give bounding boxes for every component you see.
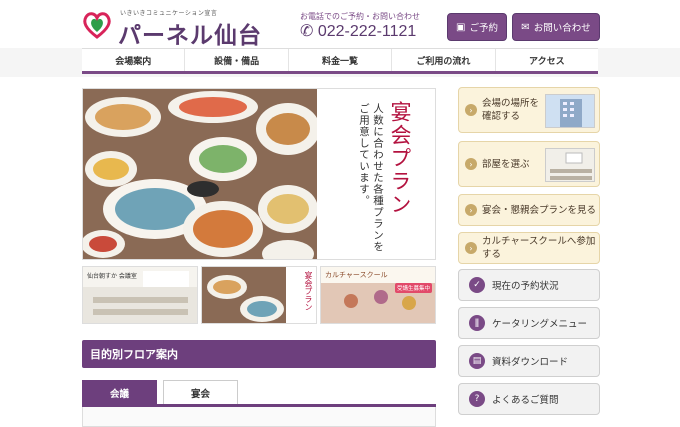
nav-item-pricing[interactable]: 料金一覧 <box>289 49 393 71</box>
thumb-banquet-plan[interactable]: 宴会プラン <box>201 266 317 324</box>
document-icon: ▤ <box>469 353 485 369</box>
hero-subtitle-line1: 人数に合わせた各種プランを <box>372 103 384 253</box>
sidebar-faq-button[interactable]: ? よくあるご質問 <box>458 383 600 415</box>
floor-guide-title: 目的別フロア案内 <box>82 340 436 368</box>
sidebar-choose-room-label: 部屋を選ぶ <box>482 158 530 170</box>
sidebar-banquet-plan-button[interactable]: › 宴会・懇親会プランを見る <box>458 194 600 226</box>
sidebar-reservation-status-label: 現在の予約状況 <box>492 281 559 292</box>
calendar-icon: ▣ <box>456 21 466 33</box>
chevron-right-icon: › <box>465 242 477 254</box>
hero-title: 宴会プラン <box>388 101 412 216</box>
sidebar-catering-label: ケータリングメニュー <box>492 319 588 330</box>
sidebar-download-label: 資料ダウンロード <box>492 357 569 368</box>
hero-subtitle: 人数に合わせた各種プランを ご用意しています。 <box>357 103 385 253</box>
hero-banner[interactable]: 宴会プラン 人数に合わせた各種プランを ご用意しています。 <box>82 88 436 260</box>
sidebar-reservation-status-button[interactable]: ✓ 現在の予約状況 <box>458 269 600 301</box>
site-logo[interactable]: いきいきコミュニケーション宣言 パーネル仙台 <box>82 6 262 49</box>
building-photo <box>545 94 595 128</box>
site-header: いきいきコミュニケーション宣言 パーネル仙台 お電話でのご予約・お問い合わせ ✆… <box>0 0 680 49</box>
cutlery-icon: ǁ <box>469 315 485 331</box>
reserve-button[interactable]: ▣ ご予約 <box>447 13 507 41</box>
mail-icon: ✉ <box>521 21 530 33</box>
banquet-thumb-image <box>202 267 316 323</box>
banquet-food-photo <box>83 89 317 259</box>
chevron-right-icon: › <box>465 104 477 116</box>
sidebar-choose-room-button[interactable]: › 部屋を選ぶ <box>458 141 600 187</box>
nav-item-venue[interactable]: 会場案内 <box>82 49 186 71</box>
tab-panel <box>82 407 436 427</box>
phone-number-text: 022-222-1121 <box>317 23 417 40</box>
thumb-meeting-room[interactable]: 仙台朝すか 会議室 <box>82 266 198 324</box>
thumb-meeting-label: 仙台朝すか 会議室 <box>87 273 137 280</box>
sidebar-culture-button[interactable]: › カルチャースクールへ参加する <box>458 232 600 264</box>
chevron-right-icon: › <box>465 158 477 170</box>
nav-item-flow[interactable]: ご利用の流れ <box>392 49 496 71</box>
heart-logo-icon <box>83 12 111 39</box>
food-platters-image <box>83 89 317 259</box>
tab-meeting[interactable]: 会議 <box>82 380 157 404</box>
reserve-button-label: ご予約 <box>469 23 498 34</box>
contact-button-label: お問い合わせ <box>533 23 591 34</box>
phone-block: お電話でのご予約・お問い合わせ ✆ 022-222-1121 <box>300 11 440 40</box>
nav-item-equipment[interactable]: 設備・備品 <box>185 49 289 71</box>
logo-name: パーネル仙台 <box>118 23 262 49</box>
thumb-culture-school[interactable]: カルチャースクール 受講生募集中 <box>320 266 436 324</box>
tab-banquet[interactable]: 宴会 <box>163 380 238 404</box>
check-icon: ✓ <box>469 277 485 293</box>
thumb-culture-badge: 受講生募集中 <box>394 283 432 293</box>
contact-button[interactable]: ✉ お問い合わせ <box>512 13 600 41</box>
sidebar-find-venue-label: 会場の場所を確認する <box>482 98 540 122</box>
sidebar-culture-label: カルチャースクールへ参加する <box>482 236 596 260</box>
sidebar-catering-button[interactable]: ǁ ケータリングメニュー <box>458 307 600 339</box>
thumb-banquet-label: 宴会プラン <box>304 271 313 311</box>
banner-thumbnails: 仙台朝すか 会議室 宴会プラン カルチャースクール 受講生募集中 <box>82 266 436 324</box>
phone-number[interactable]: ✆ 022-222-1121 <box>300 21 416 41</box>
question-icon: ? <box>469 391 485 407</box>
thumb-culture-label: カルチャースクール <box>325 271 388 279</box>
nav-item-access[interactable]: アクセス <box>496 49 598 71</box>
hero-text-panel: 宴会プラン 人数に合わせた各種プランを ご用意しています。 <box>319 89 435 259</box>
phone-icon: ✆ <box>300 23 314 40</box>
room-photo <box>545 148 595 182</box>
hero-subtitle-line2: ご用意しています。 <box>358 103 370 207</box>
sidebar-download-button[interactable]: ▤ 資料ダウンロード <box>458 345 600 377</box>
chevron-right-icon: › <box>465 204 477 216</box>
sidebar-banquet-plan-label: 宴会・懇親会プランを見る <box>482 204 597 216</box>
sidebar-find-venue-button[interactable]: › 会場の場所を確認する <box>458 87 600 133</box>
global-nav: 会場案内 設備・備品 料金一覧 ご利用の流れ アクセス <box>82 48 598 74</box>
sidebar-faq-label: よくあるご質問 <box>492 395 559 406</box>
